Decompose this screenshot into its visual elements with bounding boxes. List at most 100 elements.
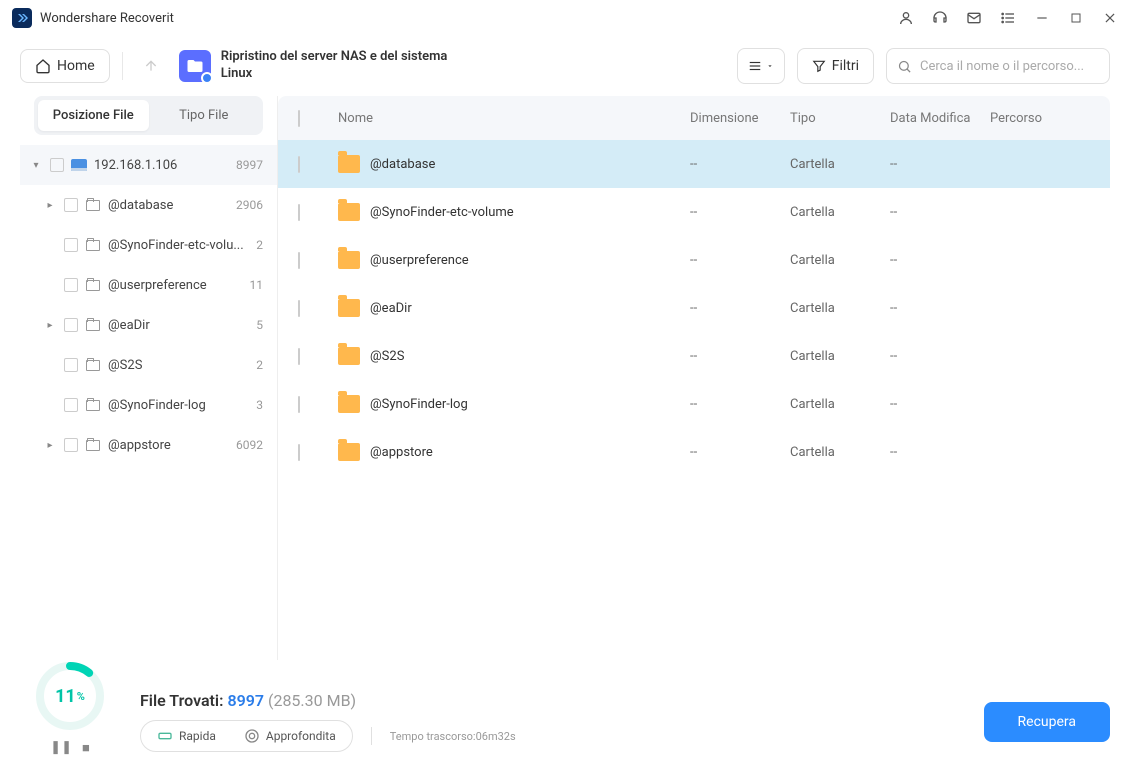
view-mode-button[interactable] — [737, 48, 785, 84]
tree-item[interactable]: @S2S 2 — [20, 345, 277, 385]
row-name: @SynoFinder-log — [370, 397, 468, 412]
found-count: 8997 — [227, 691, 264, 710]
col-dimension[interactable]: Dimensione — [690, 111, 790, 126]
tree-checkbox[interactable] — [64, 438, 78, 452]
folder-icon — [84, 360, 102, 371]
folder-icon — [338, 443, 360, 461]
table-row[interactable]: @database -- Cartella -- — [278, 140, 1110, 188]
tree-item-label: @SynoFinder-etc-volu... — [108, 238, 252, 253]
table-row[interactable]: @SynoFinder-etc-volume -- Cartella -- — [278, 188, 1110, 236]
tree-item[interactable]: ▸ @eaDir 5 — [20, 305, 277, 345]
tree-checkbox[interactable] — [64, 358, 78, 372]
nav-up-button[interactable] — [135, 50, 167, 82]
tree-item-label: @appstore — [108, 438, 232, 453]
nas-icon — [179, 50, 211, 82]
tree-root[interactable]: ▾ 192.168.1.106 8997 — [20, 145, 277, 185]
row-type: Cartella — [790, 253, 890, 268]
table-row[interactable]: @eaDir -- Cartella -- — [278, 284, 1110, 332]
table-row[interactable]: @SynoFinder-log -- Cartella -- — [278, 380, 1110, 428]
list-icon[interactable] — [1000, 10, 1016, 26]
row-dimension: -- — [690, 349, 790, 364]
tree-checkbox[interactable] — [64, 398, 78, 412]
recover-button[interactable]: Recupera — [984, 702, 1110, 742]
row-checkbox[interactable] — [298, 204, 300, 221]
tree: ▾ 192.168.1.106 8997 ▸ @database 2906 @S… — [20, 145, 277, 465]
search-box[interactable] — [886, 48, 1110, 84]
titlebar-controls — [898, 10, 1118, 26]
files-found-line: File Trovati: 8997 (285.30 MB) — [140, 691, 984, 710]
close-icon[interactable] — [1102, 10, 1118, 26]
row-modified: -- — [890, 349, 990, 364]
col-type[interactable]: Tipo — [790, 111, 890, 126]
divider — [122, 52, 123, 80]
row-checkbox[interactable] — [298, 156, 300, 173]
col-modified[interactable]: Data Modifica — [890, 111, 990, 126]
disk-icon — [70, 159, 88, 171]
row-checkbox[interactable] — [298, 252, 300, 269]
app-logo — [12, 8, 32, 28]
row-modified: -- — [890, 301, 990, 316]
row-dimension: -- — [690, 157, 790, 172]
row-checkbox[interactable] — [298, 348, 300, 365]
maximize-icon[interactable] — [1068, 10, 1084, 26]
footer: 11% ❚❚ ■ File Trovati: 8997 (285.30 MB) … — [0, 660, 1130, 772]
tree-checkbox[interactable] — [64, 198, 78, 212]
tab-position[interactable]: Posizione File — [38, 100, 149, 131]
titlebar-left: Wondershare Recoverit — [12, 8, 174, 28]
footer-main: File Trovati: 8997 (285.30 MB) Rapida Ap… — [120, 691, 984, 756]
row-type: Cartella — [790, 397, 890, 412]
stop-button[interactable]: ■ — [82, 740, 90, 756]
row-dimension: -- — [690, 253, 790, 268]
home-button[interactable]: Home — [20, 49, 110, 83]
row-modified: -- — [890, 205, 990, 220]
row-checkbox[interactable] — [298, 444, 300, 461]
tree-item[interactable]: @SynoFinder-etc-volu... 2 — [20, 225, 277, 265]
col-name[interactable]: Nome — [328, 111, 690, 126]
select-all-checkbox[interactable] — [298, 110, 300, 127]
tree-item[interactable]: ▸ @appstore 6092 — [20, 425, 277, 465]
breadcrumb-text: Ripristino del server NAS e del sistema … — [221, 49, 481, 83]
caret-icon[interactable]: ▸ — [42, 200, 58, 211]
table-row[interactable]: @S2S -- Cartella -- — [278, 332, 1110, 380]
row-type: Cartella — [790, 205, 890, 220]
mail-icon[interactable] — [966, 10, 982, 26]
row-type: Cartella — [790, 301, 890, 316]
tree-checkbox[interactable] — [50, 158, 64, 172]
row-modified: -- — [890, 253, 990, 268]
caret-icon[interactable]: ▸ — [42, 320, 58, 331]
tree-checkbox[interactable] — [64, 238, 78, 252]
tree-item[interactable]: ▸ @database 2906 — [20, 185, 277, 225]
folder-icon — [338, 203, 360, 221]
row-name: @appstore — [370, 445, 433, 460]
tree-item[interactable]: @userpreference 11 — [20, 265, 277, 305]
tab-type[interactable]: Tipo File — [149, 100, 260, 131]
folder-icon — [338, 251, 360, 269]
fast-scan-icon — [157, 728, 173, 744]
search-input[interactable] — [920, 59, 1099, 74]
row-checkbox[interactable] — [298, 396, 300, 413]
filter-button[interactable]: Filtri — [797, 48, 874, 84]
pause-button[interactable]: ❚❚ — [50, 740, 72, 756]
table-row[interactable]: @userpreference -- Cartella -- — [278, 236, 1110, 284]
minimize-icon[interactable] — [1034, 10, 1050, 26]
found-label: File Trovati: — [140, 691, 227, 710]
row-checkbox[interactable] — [298, 300, 300, 317]
table-row[interactable]: @appstore -- Cartella -- — [278, 428, 1110, 476]
caret-down-icon[interactable]: ▾ — [28, 160, 44, 171]
caret-icon[interactable]: ▸ — [42, 440, 58, 451]
tree-item[interactable]: @SynoFinder-log 3 — [20, 385, 277, 425]
row-type: Cartella — [790, 157, 890, 172]
tree-item-count: 11 — [250, 278, 264, 292]
row-dimension: -- — [690, 205, 790, 220]
scan-fast-pill[interactable]: Rapida — [143, 723, 230, 749]
row-type: Cartella — [790, 445, 890, 460]
row-type: Cartella — [790, 349, 890, 364]
folder-icon — [84, 240, 102, 251]
tree-item-label: @eaDir — [108, 318, 252, 333]
user-icon[interactable] — [898, 10, 914, 26]
tree-checkbox[interactable] — [64, 318, 78, 332]
support-icon[interactable] — [932, 10, 948, 26]
tree-checkbox[interactable] — [64, 278, 78, 292]
col-path[interactable]: Percorso — [990, 111, 1090, 126]
scan-deep-pill[interactable]: Approfondita — [230, 723, 350, 749]
